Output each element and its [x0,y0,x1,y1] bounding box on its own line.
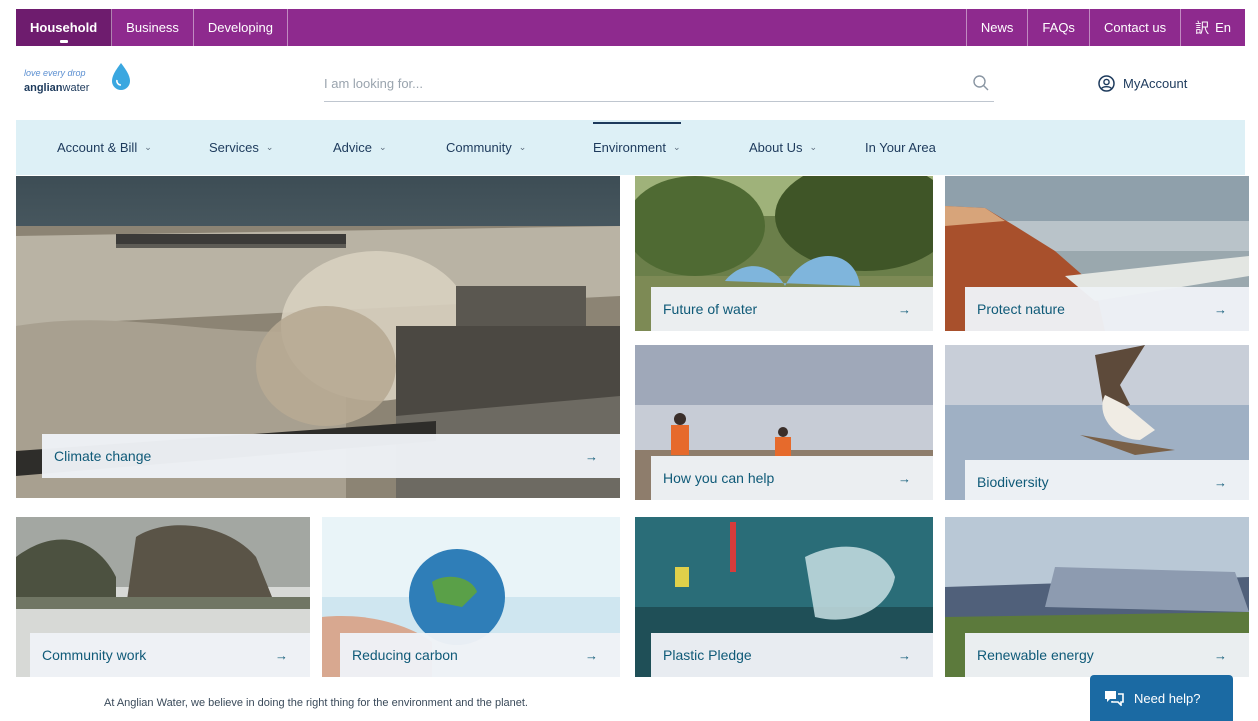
search-icon[interactable] [972,74,990,92]
tile-how-you-can-help-label: How you can help → [651,456,933,500]
logo-brand-strong: anglian [24,82,63,94]
tile-biodiversity-label: Biodiversity → [965,460,1249,500]
tile-plastic-pledge-label: Plastic Pledge → [651,633,933,677]
logo-brand-rest: water [62,82,90,94]
tile-how-you-can-help-text: How you can help [663,470,775,486]
tile-reducing-carbon[interactable]: Reducing carbon → [322,517,620,677]
search-bar [324,66,994,102]
tab-developing[interactable]: Developing [194,9,288,46]
anglian-water-logo[interactable]: love every drop anglianwater [24,60,144,108]
my-account-link[interactable]: MyAccount [1098,75,1187,92]
tile-future-of-water[interactable]: Future of water → [635,176,933,331]
arrow-right-icon: → [585,448,598,464]
tile-protect-nature-text: Protect nature [977,301,1065,317]
water-drop-icon [112,63,130,90]
tile-future-of-water-text: Future of water [663,301,758,317]
tab-business[interactable]: Business [112,9,194,46]
audience-tabs: Household Business Developing [16,9,288,46]
chevron-down-icon: ⌄ [379,142,387,152]
tile-reducing-carbon-label: Reducing carbon → [340,633,620,677]
contact-us-link[interactable]: Contact us [1088,9,1180,46]
nav-in-your-area[interactable]: In Your Area [865,120,936,175]
tile-community-work-text: Community work [42,647,147,663]
nav-account-bill-label: Account & Bill [57,140,138,155]
chevron-down-icon: ⌄ [809,142,818,152]
arrow-right-icon: → [275,647,288,663]
nav-about-us-label: About Us [749,140,803,155]
nav-account-bill[interactable]: Account & Bill ⌄ [57,120,152,175]
chevron-down-icon: ⌄ [144,142,152,152]
arrow-right-icon: → [1214,301,1227,317]
chevron-down-icon: ⌄ [518,142,527,152]
tile-biodiversity-text: Biodiversity [977,474,1049,490]
tile-community-work-label: Community work → [30,633,310,677]
tile-how-you-can-help[interactable]: How you can help → [635,345,933,500]
tile-future-of-water-label: Future of water → [651,287,933,331]
tile-protect-nature[interactable]: Protect nature → [945,176,1249,331]
need-help-button[interactable]: Need help? [1090,675,1233,721]
search-input[interactable] [324,66,944,100]
nav-services[interactable]: Services ⌄ [209,120,273,175]
arrow-right-icon: → [898,647,911,663]
site-header: love every drop anglianwater MyAccount [16,46,1245,120]
nav-about-us[interactable]: About Us ⌄ [749,120,817,175]
arrow-right-icon: → [1214,474,1227,490]
account-icon [1098,75,1115,92]
tile-plastic-pledge[interactable]: Plastic Pledge → [635,517,933,677]
tile-renewable-energy-text: Renewable energy [977,647,1094,663]
news-link[interactable]: News [965,9,1028,46]
arrow-right-icon: → [898,301,911,317]
utility-links: News FAQs Contact us 訳 En [965,9,1245,46]
nav-community-label: Community [446,140,512,155]
nav-services-label: Services [209,140,259,155]
tile-biodiversity[interactable]: Biodiversity → [945,345,1249,500]
nav-environment[interactable]: Environment ⌄ [593,120,681,175]
tab-household[interactable]: Household [16,9,113,46]
tile-climate-change-text: Climate change [54,448,152,464]
arrow-right-icon: → [585,647,598,663]
tile-climate-change[interactable]: Climate change → [16,176,620,498]
faqs-link[interactable]: FAQs [1027,9,1089,46]
tile-protect-nature-label: Protect nature → [965,287,1249,331]
intro-text: At Anglian Water, we believe in doing th… [104,697,528,709]
top-bar: Household Business Developing News FAQs … [16,9,1245,46]
nav-environment-label: Environment [593,140,666,155]
tile-community-work[interactable]: Community work → [16,517,310,677]
main-nav: Account & Bill ⌄ Services ⌄ Advice ⌄ Commun… [16,120,1245,175]
nav-in-your-area-label: In Your Area [865,140,936,155]
chevron-down-icon: ⌄ [265,142,274,152]
tile-renewable-energy[interactable]: Renewable energy → [945,517,1249,677]
chat-icon [1105,691,1124,706]
translate-icon: 訳 [1195,19,1210,36]
nav-community[interactable]: Community ⌄ [446,120,526,175]
logo-tagline: love every drop [24,68,86,78]
chevron-down-icon: ⌄ [672,142,681,152]
tile-renewable-energy-label: Renewable energy → [965,633,1249,677]
arrow-right-icon: → [898,470,911,486]
nav-advice[interactable]: Advice ⌄ [333,120,387,175]
arrow-right-icon: → [1214,647,1227,663]
language-button[interactable]: 訳 En [1180,9,1245,46]
my-account-label: MyAccount [1123,76,1188,91]
nav-advice-label: Advice [333,140,373,155]
tile-plastic-pledge-text: Plastic Pledge [663,647,752,663]
need-help-label: Need help? [1134,690,1201,706]
logo-brand: anglianwater [24,82,89,94]
tile-reducing-carbon-text: Reducing carbon [352,647,458,663]
language-label: En [1215,20,1231,35]
tile-climate-change-label: Climate change → [42,434,620,478]
